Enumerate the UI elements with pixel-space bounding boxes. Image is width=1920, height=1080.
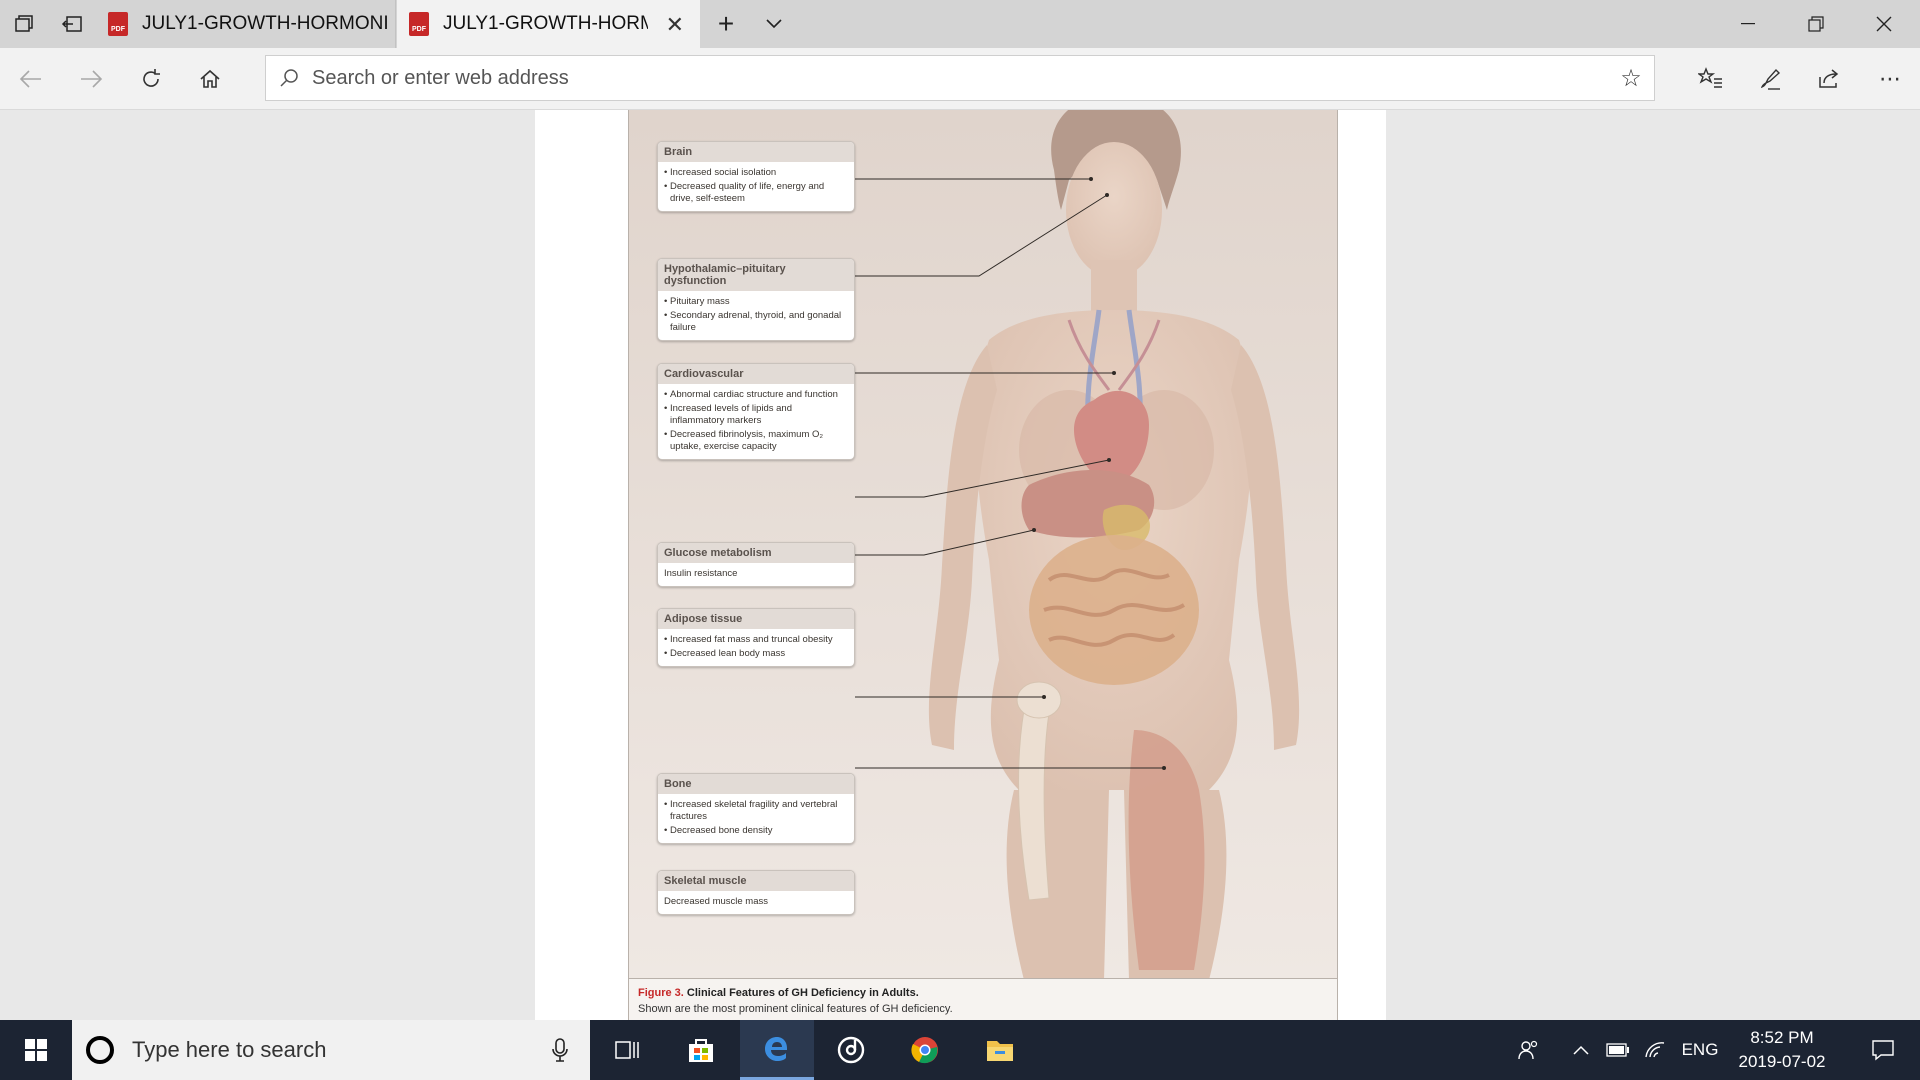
windows-taskbar: ENG 8:52 PM 2019-07-02	[0, 1020, 1920, 1080]
tab-strip: PDF JULY1-GROWTH-HORMONI PDF JULY1-GROWT…	[0, 0, 1920, 48]
chrome-icon[interactable]	[888, 1020, 962, 1080]
pdf-viewer[interactable]: Brain Increased social isolation Decreas…	[0, 110, 1920, 1020]
navigation-bar: ☆ ⋯	[0, 48, 1920, 110]
favorites-hub-icon[interactable]	[1687, 55, 1735, 103]
callout-title: Hypothalamic–pituitary dysfunction	[658, 259, 854, 291]
groove-music-icon[interactable]	[814, 1020, 888, 1080]
taskbar-search-input[interactable]	[132, 1037, 530, 1063]
callout-adipose-tissue: Adipose tissue Increased fat mass and tr…	[657, 608, 855, 667]
favorite-star-icon[interactable]: ☆	[1608, 64, 1654, 93]
microsoft-store-icon[interactable]	[664, 1020, 738, 1080]
callout-item: Increased levels of lipids and inflammat…	[664, 403, 848, 427]
action-center-icon[interactable]	[1846, 1020, 1920, 1080]
pen-icon[interactable]	[1746, 55, 1794, 103]
tab-label: JULY1-GROWTH-HORMONI	[142, 13, 389, 34]
tab-label: JULY1-GROWTH-HORM	[443, 13, 648, 34]
minimize-icon[interactable]	[1714, 0, 1782, 48]
callout-item: Decreased quality of life, energy and dr…	[664, 181, 848, 205]
callout-item: Secondary adrenal, thyroid, and gonadal …	[664, 310, 848, 334]
wifi-icon[interactable]	[1632, 1020, 1678, 1080]
microphone-icon[interactable]	[530, 1038, 590, 1062]
figure-panel: Brain Increased social isolation Decreas…	[628, 110, 1338, 1020]
address-input[interactable]	[312, 66, 1608, 90]
pdf-page: Brain Increased social isolation Decreas…	[535, 110, 1386, 1020]
forward-icon[interactable]	[67, 55, 115, 103]
back-icon[interactable]	[7, 55, 55, 103]
restore-icon[interactable]	[1782, 0, 1850, 48]
tab-pdf-1[interactable]: PDF JULY1-GROWTH-HORMONI	[96, 0, 396, 48]
people-icon[interactable]	[1505, 1020, 1551, 1080]
share-icon[interactable]	[1805, 55, 1853, 103]
search-icon	[266, 68, 312, 88]
edge-browser-icon[interactable]	[740, 1020, 814, 1080]
callout-item: Decreased muscle mass	[664, 896, 769, 907]
set-tabs-aside-icon[interactable]	[48, 0, 96, 48]
callout-glucose-metabolism: Glucose metabolism Insulin resistance	[657, 542, 855, 587]
callout-item: Increased skeletal fragility and vertebr…	[664, 799, 848, 823]
figure-caption-text: Shown are the most prominent clinical fe…	[638, 1003, 953, 1015]
windows-start-icon[interactable]	[0, 1020, 72, 1080]
callout-brain: Brain Increased social isolation Decreas…	[657, 141, 855, 212]
new-tab-icon[interactable]: +	[702, 0, 750, 48]
refresh-icon[interactable]	[127, 55, 175, 103]
callout-item: Decreased bone density	[664, 825, 848, 837]
callout-item: Increased social isolation	[664, 167, 848, 179]
callout-title: Adipose tissue	[658, 609, 854, 629]
figure-title: Clinical Features of GH Deficiency in Ad…	[686, 987, 919, 999]
home-icon[interactable]	[186, 55, 234, 103]
callout-item: Decreased lean body mass	[664, 648, 848, 660]
cortana-icon	[86, 1036, 114, 1064]
clock-date: 2019-07-02	[1738, 1052, 1826, 1071]
address-bar[interactable]: ☆	[265, 55, 1655, 101]
clock-time: 8:52 PM	[1750, 1028, 1814, 1047]
callout-title: Skeletal muscle	[658, 871, 854, 891]
task-view-icon[interactable]	[590, 1020, 664, 1080]
file-explorer-icon[interactable]	[963, 1020, 1037, 1080]
pdf-icon: PDF	[108, 12, 128, 36]
pdf-icon: PDF	[409, 12, 429, 36]
callout-item: Abnormal cardiac structure and function	[664, 389, 848, 401]
tab-pdf-2[interactable]: PDF JULY1-GROWTH-HORM ✕	[397, 0, 700, 48]
callout-title: Cardiovascular	[658, 364, 854, 384]
callout-title: Glucose metabolism	[658, 543, 854, 563]
callout-item: Insulin resistance	[664, 568, 738, 579]
close-window-icon[interactable]	[1850, 0, 1918, 48]
taskbar-search-box[interactable]	[72, 1020, 590, 1080]
callout-skeletal-muscle: Skeletal muscle Decreased muscle mass	[657, 870, 855, 915]
figure-label: Figure 3.	[638, 987, 684, 999]
language-indicator[interactable]: ENG	[1674, 1020, 1726, 1080]
callout-item: Decreased fibrinolysis, maximum O₂ uptak…	[664, 429, 848, 453]
tab-preview-chevron-icon[interactable]	[750, 0, 798, 48]
tab-manager-icon[interactable]	[0, 0, 48, 48]
callout-item: Pituitary mass	[664, 296, 848, 308]
callout-cardiovascular: Cardiovascular Abnormal cardiac structur…	[657, 363, 855, 460]
close-tab-icon[interactable]: ✕	[666, 12, 684, 38]
figure-caption: Figure 3. Clinical Features of GH Defici…	[629, 978, 1337, 1020]
clock[interactable]: 8:52 PM 2019-07-02	[1720, 1020, 1844, 1080]
callout-title: Brain	[658, 142, 854, 162]
callout-title: Bone	[658, 774, 854, 794]
more-options-icon[interactable]: ⋯	[1866, 55, 1914, 103]
callout-hypothalamic-pituitary: Hypothalamic–pituitary dysfunction Pitui…	[657, 258, 855, 341]
callout-item: Increased fat mass and truncal obesity	[664, 634, 848, 646]
callout-bone: Bone Increased skeletal fragility and ve…	[657, 773, 855, 844]
